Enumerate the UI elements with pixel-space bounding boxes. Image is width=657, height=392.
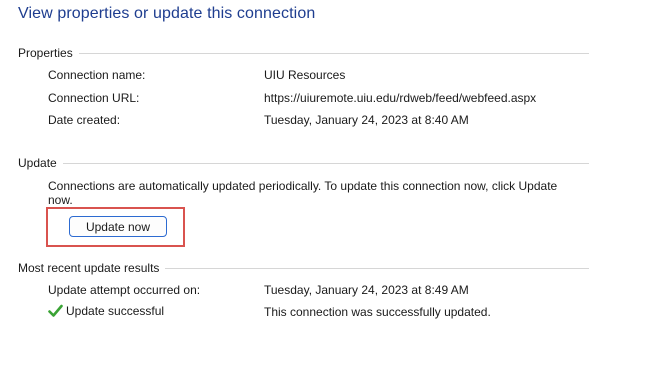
connection-url-value: https://uiuremote.uiu.edu/rdweb/feed/web… [264, 91, 537, 105]
update-now-button[interactable]: Update now [69, 216, 167, 237]
date-created-value: Tuesday, January 24, 2023 at 8:40 AM [264, 113, 469, 127]
properties-section-header: Properties [18, 45, 589, 61]
update-attempt-label: Update attempt occurred on: [48, 283, 201, 297]
update-section-title: Update [18, 156, 57, 170]
section-divider [165, 267, 589, 269]
date-created-label: Date created: [48, 113, 121, 127]
properties-section-title: Properties [18, 46, 73, 60]
results-section-header: Most recent update results [18, 260, 589, 276]
update-status: Update successful [48, 304, 164, 318]
page-title: View properties or update this connectio… [18, 5, 316, 22]
update-attempt-value: Tuesday, January 24, 2023 at 8:49 AM [264, 283, 469, 297]
update-section-header: Update [18, 155, 589, 171]
section-divider [62, 162, 589, 164]
update-description: Connections are automatically updated pe… [48, 179, 558, 207]
results-section-title: Most recent update results [18, 261, 160, 275]
checkmark-icon [48, 304, 63, 318]
section-divider [78, 52, 589, 54]
connection-url-label: Connection URL: [48, 91, 140, 105]
connection-name-value: UIU Resources [264, 68, 346, 82]
update-status-value: This connection was successfully updated… [264, 305, 491, 319]
connection-name-label: Connection name: [48, 68, 146, 82]
update-status-label: Update successful [66, 304, 165, 318]
